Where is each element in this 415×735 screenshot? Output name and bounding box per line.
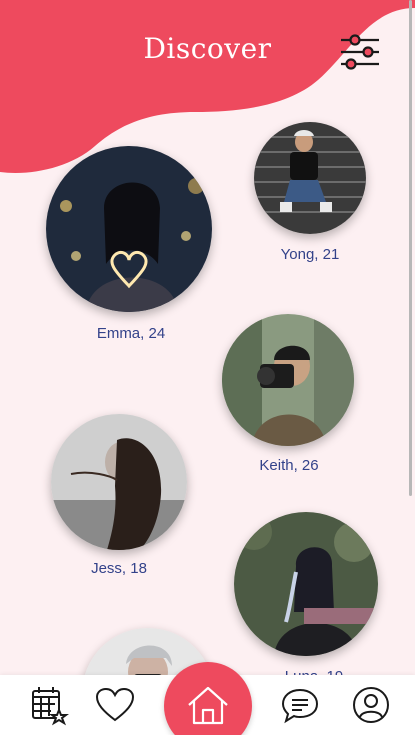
scrollbar[interactable]: [409, 0, 412, 496]
profile-name: Jess, 18: [91, 560, 147, 577]
profile-name: Emma, 24: [96, 325, 166, 342]
sliders-icon: [341, 34, 379, 70]
nav-messages[interactable]: [276, 675, 324, 735]
nav-favorites[interactable]: [91, 675, 139, 735]
profile-photo[interactable]: [254, 122, 366, 234]
profile-photo[interactable]: [46, 146, 212, 312]
chat-bubble-icon: [281, 688, 319, 724]
profile-photo[interactable]: [234, 512, 378, 656]
nav-calendar[interactable]: [24, 675, 72, 735]
discover-screen: Discover Emma, 24 Yong, 21 Keith, 26 Jes…: [0, 0, 415, 735]
filter-button[interactable]: [338, 32, 382, 72]
profile-name: Keith, 26: [259, 457, 319, 474]
home-icon: [188, 686, 228, 725]
profile-photo[interactable]: [222, 314, 354, 446]
heart-icon: [95, 687, 135, 722]
nav-profile[interactable]: [347, 675, 395, 735]
user-icon: [353, 687, 389, 723]
calendar-star-icon: [32, 687, 69, 726]
profile-photo[interactable]: [51, 414, 187, 550]
profile-name: Yong, 21: [280, 246, 340, 263]
